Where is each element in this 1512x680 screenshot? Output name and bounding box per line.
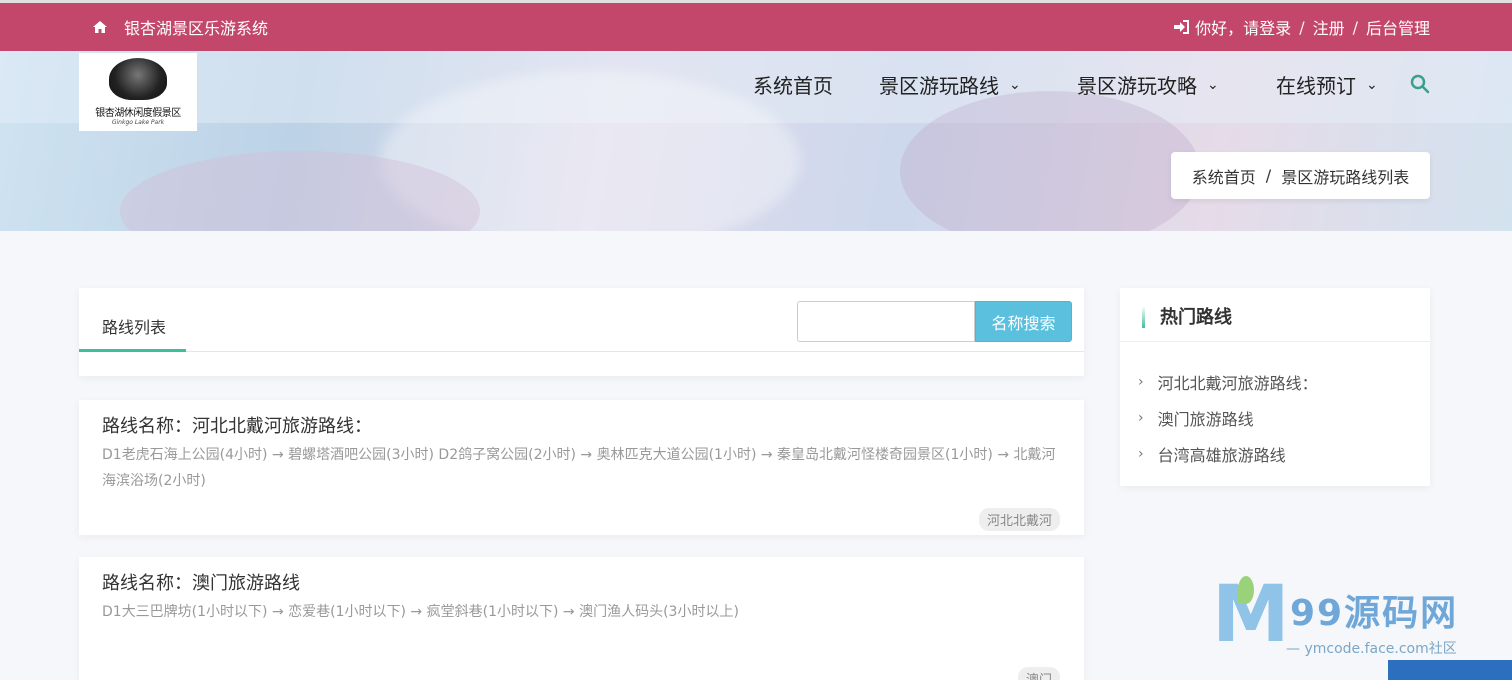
route-description: D1大三巴牌坊(1小时以下) → 恋爱巷(1小时以下) → 疯堂斜巷(1小时以下… bbox=[102, 604, 739, 620]
site-title: 银杏湖景区乐游系统 bbox=[124, 19, 269, 38]
watermark-notice bbox=[1388, 660, 1512, 680]
site-home-link[interactable]: 银杏湖景区乐游系统 bbox=[92, 15, 268, 39]
separator: / bbox=[1299, 17, 1305, 37]
watermark-brand: 99源码网 bbox=[1290, 593, 1459, 634]
breadcrumb-home[interactable]: 系统首页 bbox=[1192, 164, 1256, 188]
divider bbox=[79, 351, 1084, 352]
route-tag: 澳门 bbox=[1017, 667, 1060, 680]
chevron-down-icon: ⌄ bbox=[1207, 76, 1219, 93]
route-description: D1老虎石海上公园(4小时) → 碧螺塔酒吧公园(3小时) D2鸽子窝公园(2小… bbox=[102, 447, 1056, 489]
site-logo[interactable]: 银杏湖休闲度假景区 Ginkgo Lake Park bbox=[79, 53, 197, 131]
route-name[interactable]: 路线名称：澳门旅游路线 bbox=[102, 569, 300, 595]
chevron-right-icon: › bbox=[1138, 374, 1144, 390]
nav-label: 系统首页 bbox=[753, 74, 833, 98]
nav-label: 景区游玩攻略 bbox=[1077, 74, 1197, 98]
home-icon bbox=[93, 21, 107, 33]
login-link[interactable]: 你好，请登录 bbox=[1195, 15, 1291, 39]
hot-route-item[interactable]: › 澳门旅游路线 bbox=[1138, 400, 1318, 436]
active-tab-indicator bbox=[79, 349, 186, 352]
hot-routes-panel: 热门路线 › 河北北戴河旅游路线： › 澳门旅游路线 › 台湾高雄旅游路线 bbox=[1120, 288, 1430, 486]
separator: / bbox=[1352, 17, 1358, 37]
route-card[interactable]: 路线名称：河北北戴河旅游路线： D1老虎石海上公园(4小时) → 碧螺塔酒吧公园… bbox=[79, 400, 1084, 535]
breadcrumb-separator: / bbox=[1265, 166, 1272, 185]
hot-routes-list: › 河北北戴河旅游路线： › 澳门旅游路线 › 台湾高雄旅游路线 bbox=[1138, 364, 1318, 472]
hot-route-item[interactable]: › 台湾高雄旅游路线 bbox=[1138, 436, 1318, 472]
nav-label: 景区游玩路线 bbox=[879, 74, 999, 98]
hot-routes-title: 热门路线 bbox=[1160, 307, 1232, 328]
watermark: M 99源码网 — ymcode.face.com社区 bbox=[1212, 576, 1512, 680]
user-links: 你好，请登录 / 注册 / 后台管理 bbox=[1173, 15, 1430, 39]
chevron-right-icon: › bbox=[1138, 410, 1144, 426]
leaf-icon bbox=[1238, 576, 1254, 604]
tab-route-list[interactable]: 路线列表 bbox=[102, 314, 166, 338]
sign-in-icon bbox=[1174, 20, 1190, 34]
chevron-right-icon: › bbox=[1138, 446, 1144, 462]
hot-route-item[interactable]: › 河北北戴河旅游路线： bbox=[1138, 364, 1318, 400]
chevron-down-icon: ⌄ bbox=[1366, 76, 1378, 93]
search-icon[interactable] bbox=[1410, 74, 1430, 94]
divider bbox=[1120, 341, 1430, 342]
search-input[interactable] bbox=[797, 301, 975, 342]
nav-label: 在线预订 bbox=[1276, 74, 1356, 98]
hot-route-label: 台湾高雄旅游路线 bbox=[1157, 446, 1286, 465]
logo-emblem-icon bbox=[109, 58, 167, 100]
watermark-url: — ymcode.face.com社区 bbox=[1286, 641, 1457, 657]
logo-subtitle: Ginkgo Lake Park bbox=[111, 119, 165, 126]
route-list-header: 路线列表 名称搜索 bbox=[79, 288, 1084, 376]
logo-name: 银杏湖休闲度假景区 bbox=[95, 108, 181, 119]
nav-item-guides[interactable]: 景区游玩攻略 ⌄ bbox=[1077, 70, 1219, 99]
hot-route-label: 河北北戴河旅游路线： bbox=[1157, 374, 1318, 393]
nav-item-home[interactable]: 系统首页 bbox=[753, 70, 833, 99]
nav-item-booking[interactable]: 在线预订 ⌄ bbox=[1276, 70, 1378, 99]
route-name[interactable]: 路线名称：河北北戴河旅游路线： bbox=[102, 412, 372, 438]
admin-link[interactable]: 后台管理 bbox=[1366, 15, 1430, 39]
top-bar: 银杏湖景区乐游系统 你好，请登录 / 注册 / 后台管理 bbox=[0, 0, 1512, 51]
hot-route-label: 澳门旅游路线 bbox=[1157, 410, 1254, 429]
chevron-down-icon: ⌄ bbox=[1009, 76, 1021, 93]
search-button[interactable]: 名称搜索 bbox=[975, 301, 1072, 342]
register-link[interactable]: 注册 bbox=[1313, 15, 1345, 39]
route-card[interactable]: 路线名称：澳门旅游路线 D1大三巴牌坊(1小时以下) → 恋爱巷(1小时以下) … bbox=[79, 557, 1084, 680]
nav-item-routes[interactable]: 景区游玩路线 ⌄ bbox=[879, 70, 1021, 99]
title-accent bbox=[1142, 306, 1145, 328]
breadcrumb-current: 景区游玩路线列表 bbox=[1281, 167, 1410, 187]
route-tag: 河北北戴河 bbox=[978, 508, 1060, 531]
breadcrumb: 系统首页 / 景区游玩路线列表 bbox=[1171, 152, 1430, 199]
